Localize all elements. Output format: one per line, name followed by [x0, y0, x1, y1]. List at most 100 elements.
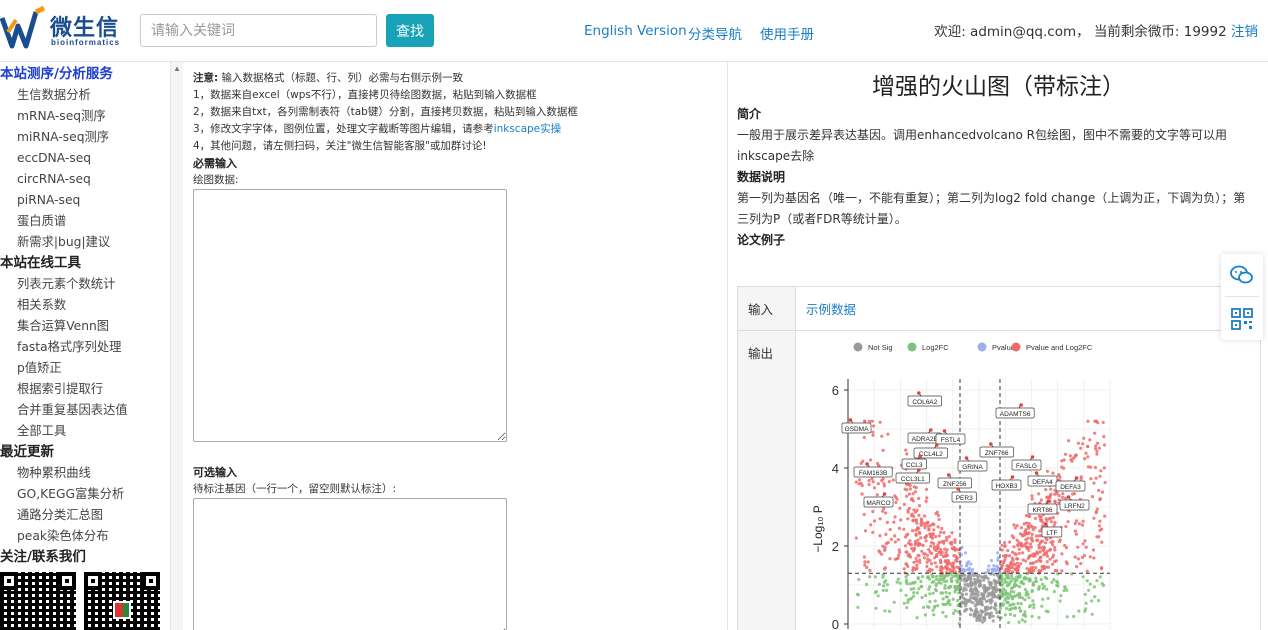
sidebar-item-pirna-seq[interactable]: piRNA-seq: [0, 190, 170, 211]
note-3-text: 3，修改文字字体，图例位置，处理文字截断等图片编辑，请参考: [193, 123, 494, 135]
plot-data-textarea[interactable]: [193, 189, 507, 442]
data-point: [1103, 481, 1107, 485]
input-value: 示例数据: [796, 287, 1260, 330]
data-point: [1059, 594, 1063, 598]
data-point: [930, 575, 935, 579]
data-point: [1063, 543, 1067, 548]
data-point: [882, 507, 886, 511]
data-point: [1013, 579, 1017, 583]
genes-textarea[interactable]: [193, 498, 507, 630]
sidebar-section-title: 最近更新: [0, 444, 54, 460]
data-point: [934, 584, 938, 588]
legend-marker: [907, 342, 917, 352]
data-point: [1037, 587, 1041, 591]
data-point: [896, 556, 900, 560]
volcano-plot: Not Sig Log2FC Pvalue Pvalue and Log2FC 0 2 4 6…: [811, 342, 1111, 630]
data-point: [950, 531, 954, 535]
data-point: [1037, 492, 1041, 496]
qrcode-icon[interactable]: [1229, 306, 1255, 332]
data-point: [1082, 436, 1086, 440]
data-point: [939, 560, 943, 565]
sidebar-item-pathway-summary[interactable]: 通路分类汇总图: [0, 505, 170, 526]
data-point: [929, 532, 934, 536]
sidebar-item-venn[interactable]: 集合运算Venn图: [0, 316, 170, 337]
data-point: [905, 582, 909, 586]
data-point: [963, 609, 967, 613]
io-row-input: 输入 示例数据: [738, 287, 1260, 331]
data-point: [1079, 561, 1083, 566]
data-point: [922, 514, 926, 518]
sidebar-item-mrna-seq[interactable]: mRNA-seq测序: [0, 106, 170, 127]
note-text: 输入数据格式（标题、行、列）必需与右侧示例一致: [218, 72, 464, 84]
nav-manual[interactable]: 使用手册: [760, 23, 814, 43]
search-button[interactable]: 查找: [386, 14, 434, 47]
sidebar-item-proteomics[interactable]: 蛋白质谱: [0, 211, 170, 232]
data-point: [905, 452, 909, 456]
sidebar-item-extract-rows[interactable]: 根据索引提取行: [0, 379, 170, 400]
labelled-point: [1019, 403, 1023, 407]
data-point: [1074, 532, 1078, 536]
data-point: [1098, 519, 1102, 523]
sidebar-item-p-adjust[interactable]: p值矫正: [0, 358, 170, 379]
sidebar-item-bioinfo-analysis[interactable]: 生信数据分析: [0, 85, 170, 106]
sidebar-item-circrna-seq[interactable]: circRNA-seq: [0, 169, 170, 190]
data-point: [1098, 575, 1102, 579]
nav-category[interactable]: 分类导航: [688, 23, 742, 43]
data-point: [1098, 474, 1102, 478]
data-point: [1045, 554, 1049, 558]
example-data-link[interactable]: 示例数据: [806, 302, 856, 317]
data-point: [881, 588, 885, 592]
data-point: [876, 594, 880, 598]
data-point: [1045, 565, 1049, 569]
sidebar-item-list-count[interactable]: 列表元素个数统计: [0, 274, 170, 295]
data-point: [927, 528, 931, 532]
sidebar-item-merge-duplicates[interactable]: 合并重复基因表达值: [0, 400, 170, 421]
data-point: [1003, 558, 1007, 562]
data-point: [953, 608, 957, 613]
sidebar-item-fasta[interactable]: fasta格式序列处理: [0, 337, 170, 358]
sidebar-item-correlation[interactable]: 相关系数: [0, 295, 170, 316]
data-point: [1045, 495, 1049, 499]
sidebar-item-peak-distribution[interactable]: peak染色体分布: [0, 526, 170, 547]
sidebar-item-feedback[interactable]: 新需求|bug|建议: [0, 232, 170, 253]
data-point: [1102, 435, 1106, 439]
data-point: [918, 561, 922, 565]
data-point: [965, 564, 969, 568]
data-point: [905, 606, 909, 610]
data-point: [1017, 565, 1021, 569]
nav-english-version[interactable]: English Version: [584, 23, 687, 39]
wechat-icon[interactable]: [1229, 262, 1255, 288]
sidebar-item-mirna-seq[interactable]: miRNA-seq测序: [0, 127, 170, 148]
data-point: [1071, 492, 1075, 496]
site-logo[interactable]: 微生信 bioinformatics: [0, 6, 125, 52]
note-4: 4，其他问题，请左侧扫码，关注"微生信智能客服"或加群讨论!: [193, 140, 487, 152]
data-point: [907, 506, 911, 510]
logout-link[interactable]: 注销: [1231, 24, 1258, 40]
data-point: [943, 586, 947, 590]
data-point: [926, 524, 930, 528]
search-input[interactable]: [140, 14, 377, 47]
sidebar-item-go-kegg[interactable]: GO,KEGG富集分析: [0, 484, 170, 505]
data-point: [863, 529, 868, 533]
data-point: [906, 510, 910, 514]
data-point: [913, 490, 918, 494]
data-point: [966, 567, 970, 571]
data-point: [1073, 522, 1077, 526]
data-point: [855, 592, 860, 596]
data-point: [1083, 592, 1087, 596]
input-panel: 注意: 输入数据格式（标题、行、列）必需与右侧示例一致 1，数据来自excel（…: [183, 62, 728, 630]
data-point: [886, 540, 890, 545]
sidebar-item-all-tools[interactable]: 全部工具: [0, 421, 170, 442]
labelled-point: [935, 443, 939, 447]
data-point: [862, 435, 866, 440]
data-point: [882, 567, 887, 571]
data-point: [923, 552, 927, 556]
sidebar-scrollbar[interactable]: ▲: [170, 62, 183, 630]
data-point: [902, 527, 906, 531]
sidebar-item-accumulation-curve[interactable]: 物种累积曲线: [0, 463, 170, 484]
legend-label: Log2FC: [922, 343, 949, 352]
inkscape-link[interactable]: inkscape实操: [494, 123, 561, 135]
data-point: [1049, 520, 1053, 524]
scroll-up-icon[interactable]: ▲: [173, 64, 181, 73]
sidebar-item-eccdna-seq[interactable]: eccDNA-seq: [0, 148, 170, 169]
